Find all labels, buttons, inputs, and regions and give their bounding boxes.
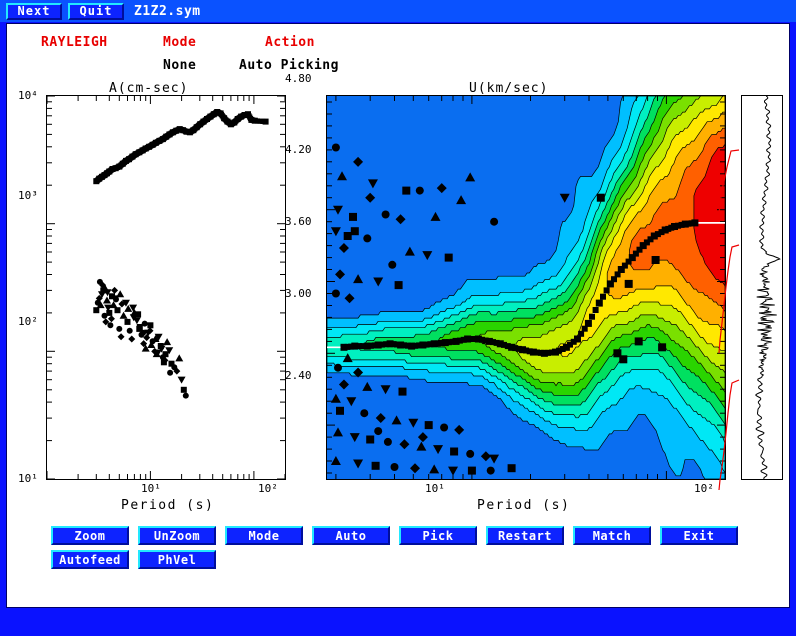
amp-ytick-2: 10² (18, 315, 38, 328)
filename-label: Z1Z2.sym (134, 3, 201, 19)
action-button-row-1: Zoom UnZoom Mode Auto Pick Restart Match Exit (51, 526, 747, 545)
seismogram-trace-panel[interactable] (741, 95, 783, 480)
amp-ytick-3: 10³ (18, 189, 38, 202)
amp-xtick-2: 10² (258, 482, 278, 495)
restart-button[interactable]: Restart (486, 526, 564, 545)
amplitude-plot[interactable] (46, 95, 286, 480)
vel-ytick-480: 4.80 (285, 72, 312, 85)
amp-xtick-1: 10¹ (141, 482, 161, 495)
vel-xtick-2: 10² (694, 482, 714, 495)
amplitude-plot-svg (47, 96, 285, 479)
pick-button[interactable]: Pick (399, 526, 477, 545)
mode-button[interactable]: Mode (225, 526, 303, 545)
velocity-plot-title: U(km/sec) (469, 81, 549, 96)
velocity-plot-svg (327, 96, 725, 479)
plot-canvas: RAYLEIGH Mode Action None Auto Picking A… (6, 23, 790, 608)
amp-ytick-4: 10⁴ (18, 89, 38, 102)
vel-xaxis-label: Period (s) (477, 498, 571, 513)
action-button-row-2: Autofeed PhVel (51, 550, 225, 569)
mode-header-label: Mode (163, 35, 197, 50)
red-marker-trace-3 (718, 379, 740, 491)
phvel-button[interactable]: PhVel (138, 550, 216, 569)
vel-ytick-240: 2.40 (285, 369, 312, 382)
vel-xtick-1: 10¹ (425, 482, 445, 495)
action-value: Auto Picking (239, 58, 339, 73)
vel-ytick-420: 4.20 (285, 143, 312, 156)
next-button[interactable]: Next (6, 2, 62, 20)
red-marker-trace-2 (718, 244, 740, 354)
vel-ytick-360: 3.60 (285, 215, 312, 228)
red-marker-traces (718, 149, 740, 491)
red-marker-trace-1 (718, 149, 740, 216)
application-window: Next Quit Z1Z2.sym RAYLEIGH Mode Action … (0, 0, 796, 636)
match-button[interactable]: Match (573, 526, 651, 545)
exit-button[interactable]: Exit (660, 526, 738, 545)
zoom-button[interactable]: Zoom (51, 526, 129, 545)
unzoom-button[interactable]: UnZoom (138, 526, 216, 545)
autofeed-button[interactable]: Autofeed (51, 550, 129, 569)
title-bar: Next Quit Z1Z2.sym (0, 0, 796, 22)
quit-button[interactable]: Quit (68, 2, 124, 20)
velocity-contour-plot[interactable] (326, 95, 726, 480)
amp-ytick-1: 10¹ (18, 472, 38, 485)
wave-type-label: RAYLEIGH (41, 35, 108, 50)
seismogram-trace-svg (754, 96, 781, 479)
amplitude-plot-title: A(cm-sec) (109, 81, 189, 96)
action-header-label: Action (265, 35, 315, 50)
vel-ytick-300: 3.00 (285, 287, 312, 300)
mode-value: None (163, 58, 197, 73)
auto-button[interactable]: Auto (312, 526, 390, 545)
amp-xaxis-label: Period (s) (121, 498, 215, 513)
